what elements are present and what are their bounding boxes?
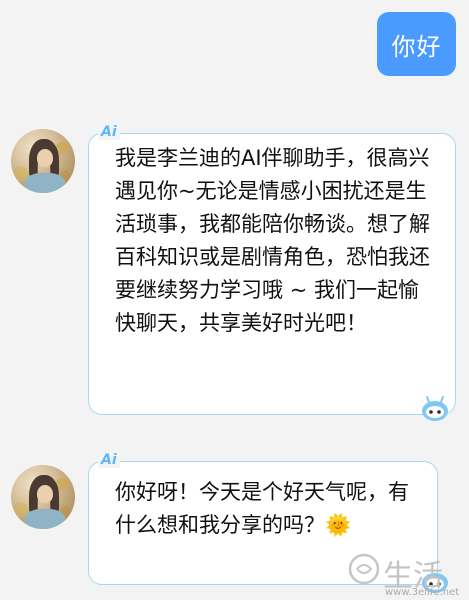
ai-mascot-icon (422, 396, 448, 421)
ai-avatar[interactable] (11, 465, 75, 529)
ai-message-bubble: 我是李兰迪的AI伴聊助手，很高兴遇见你~无论是情感小困扰还是生活琐事，我都能陪你… (88, 133, 456, 415)
ai-tag-icon: Ai (98, 452, 120, 468)
ai-intro-text: 我是李兰迪的AI伴聊助手，很高兴遇见你~无论是情感小困扰还是生活琐事，我都能陪你… (115, 146, 430, 335)
watermark-logo-icon (348, 553, 380, 585)
watermark-url: www.3elife.net (385, 587, 460, 598)
ai-avatar[interactable] (11, 129, 75, 193)
user-message-bubble: 你好 (377, 12, 456, 76)
user-message-text: 你好 (391, 32, 442, 61)
ai-tag-icon: Ai (98, 124, 120, 140)
sun-emoji-icon: 🌞 (325, 513, 352, 537)
ai-reply-line: 你好呀！今天是个好天气呢，有什么想和我分享的吗？ (115, 480, 409, 537)
ai-reply-text: 你好呀！今天是个好天气呢，有什么想和我分享的吗？🌞 (115, 476, 421, 542)
